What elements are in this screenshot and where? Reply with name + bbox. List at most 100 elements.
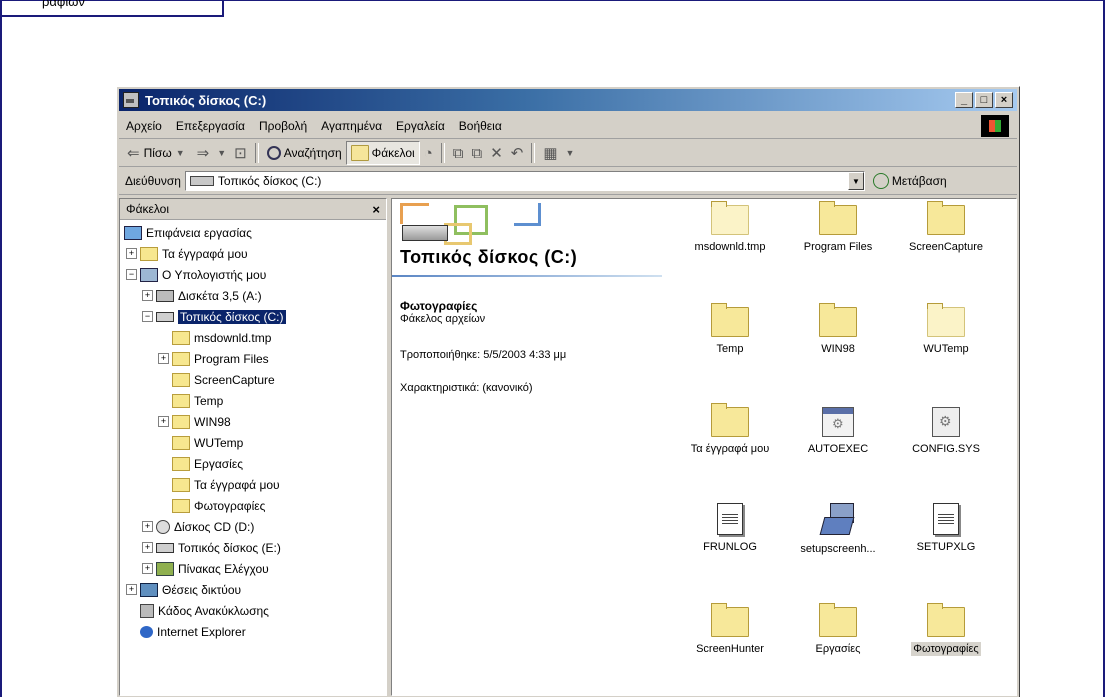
tree-item-network-places[interactable]: + Θέσεις δικτύου [120, 579, 386, 600]
drive-banner-art [394, 201, 544, 247]
title-bar[interactable]: Τοπικός δίσκος (C:) _ □ × [119, 89, 1017, 111]
tree-item-control-panel[interactable]: + Πίνακας Ελέγχου [120, 558, 386, 579]
file-item-label: setupscreenh... [800, 543, 876, 555]
expand-icon[interactable]: + [142, 542, 153, 553]
tree-item-ergasies[interactable]: Εργασίες [120, 453, 386, 474]
network-icon [140, 582, 158, 597]
file-item-label: msdownld.tmp [694, 241, 766, 253]
tree-item-msdownld[interactable]: msdownld.tmp [120, 327, 386, 348]
views-dropdown-icon[interactable]: ▼ [566, 148, 575, 158]
search-label: Αναζήτηση [283, 146, 342, 160]
file-item[interactable]: CONFIG.SYS [892, 407, 1000, 455]
menu-tools[interactable]: Εργαλεία [389, 119, 452, 133]
forward-dropdown-icon[interactable]: ▼ [217, 148, 226, 158]
file-item[interactable]: WIN98 [784, 303, 892, 355]
tree-item-fotografies[interactable]: Φωτογραφίες [120, 495, 386, 516]
file-item[interactable]: FRUNLOG [676, 503, 784, 553]
file-item[interactable]: msdownld.tmp [676, 201, 784, 253]
tree-item-floppy[interactable]: + Δισκέτα 3,5 (A:) [120, 285, 386, 306]
tree-item-ta-eggrafa[interactable]: Τα έγγραφά μου [120, 474, 386, 495]
tree-item-label: Internet Explorer [157, 624, 246, 639]
undo-icon[interactable]: ↶ [511, 144, 524, 162]
file-item[interactable]: ScreenHunter [676, 603, 784, 655]
menu-file[interactable]: Αρχείο [119, 119, 169, 133]
file-item-label: AUTOEXEC [807, 443, 869, 455]
move-to-icon[interactable]: ⧉ [453, 145, 464, 162]
tree-item-wutemp[interactable]: WUTemp [120, 432, 386, 453]
expand-icon[interactable]: + [126, 248, 137, 259]
tree-item-win98[interactable]: + WIN98 [120, 411, 386, 432]
tree-item-desktop[interactable]: Επιφάνεια εργασίας [120, 222, 386, 243]
file-item[interactable]: Program Files [784, 201, 892, 253]
collapse-icon[interactable]: − [142, 311, 153, 322]
forward-arrow-icon[interactable]: ⇒ [197, 144, 210, 162]
close-button[interactable]: × [995, 92, 1013, 108]
menu-favorites[interactable]: Αγαπημένα [314, 119, 389, 133]
folder-icon [172, 456, 190, 471]
tree-item-local-disk-e[interactable]: + Τοπικός δίσκος (E:) [120, 537, 386, 558]
file-item[interactable]: Εργασίες [784, 603, 892, 655]
folder-icon [172, 498, 190, 513]
expand-icon[interactable]: + [142, 290, 153, 301]
search-button[interactable]: Αναζήτηση [263, 142, 346, 164]
folders-pane: Φάκελοι × Επιφάνεια εργασίας + Τα έγγραφ… [119, 198, 387, 696]
back-dropdown-icon[interactable]: ▼ [176, 148, 185, 158]
folder-icon [172, 393, 190, 408]
up-folder-icon[interactable]: ⊡ [234, 144, 247, 162]
collapse-icon[interactable]: − [126, 269, 137, 280]
toolbar-separator [254, 143, 259, 163]
maximize-button[interactable]: □ [975, 92, 993, 108]
file-item-selected[interactable]: Φωτογραφίες [892, 603, 1000, 656]
tree-item-label: Τοπικός δίσκος (E:) [178, 540, 281, 555]
tree-item-label-selected: Τοπικός δίσκος (C:) [178, 309, 286, 324]
expand-icon[interactable]: + [126, 584, 137, 595]
file-item-label: Τα έγγραφά μου [690, 443, 770, 455]
folders-label: Φάκελοι [371, 146, 415, 160]
my-documents-icon [140, 246, 158, 261]
tree-item-local-disk-c[interactable]: − Τοπικός δίσκος (C:) [120, 306, 386, 327]
file-item-label: Temp [716, 343, 744, 355]
tree-item-cd-drive[interactable]: + Δίσκος CD (D:) [120, 516, 386, 537]
address-dropdown-icon[interactable]: ▼ [847, 172, 864, 190]
file-item[interactable]: Τα έγγραφά μου [676, 403, 784, 455]
delete-icon[interactable]: ✕ [490, 144, 503, 162]
tree-item-internet-explorer[interactable]: Internet Explorer [120, 621, 386, 642]
file-item[interactable]: ScreenCapture [892, 201, 1000, 253]
tree-item-label: Επιφάνεια εργασίας [146, 225, 252, 240]
menu-view[interactable]: Προβολή [252, 119, 314, 133]
tree-item-screencapture[interactable]: ScreenCapture [120, 369, 386, 390]
tree-item-label: Δισκέτα 3,5 (A:) [178, 288, 262, 303]
folder-icon [927, 201, 965, 235]
floppy-drive-icon [156, 289, 174, 302]
folders-icon [350, 145, 369, 161]
window-title: Τοπικός δίσκος (C:) [145, 92, 267, 108]
tree-item-program-files[interactable]: + Program Files [120, 348, 386, 369]
expand-icon[interactable]: + [142, 563, 153, 574]
tree-item-my-documents[interactable]: + Τα έγγραφά μου [120, 243, 386, 264]
menu-edit[interactable]: Επεξεργασία [169, 119, 252, 133]
file-item-label: SETUPXLG [916, 541, 976, 553]
file-item[interactable]: WUTemp [892, 303, 1000, 355]
file-item[interactable]: Temp [676, 303, 784, 355]
computer-icon [140, 267, 158, 282]
minimize-button[interactable]: _ [955, 92, 973, 108]
folders-pane-close-button[interactable]: × [372, 202, 380, 217]
tree-item-label: msdownld.tmp [194, 330, 272, 345]
tree-item-recycle-bin[interactable]: Κάδος Ανακύκλωσης [120, 600, 386, 621]
menu-help[interactable]: Βοήθεια [452, 119, 509, 133]
copy-to-icon[interactable]: ⧉ [471, 145, 482, 162]
tree-item-my-computer[interactable]: − Ο Υπολογιστής μου [120, 264, 386, 285]
go-button[interactable]: Μετάβαση [872, 173, 947, 189]
file-item[interactable]: AUTOEXEC [784, 407, 892, 455]
expand-icon[interactable]: + [158, 353, 169, 364]
folders-button[interactable]: Φάκελοι [345, 141, 420, 165]
file-item[interactable]: SETUPXLG [892, 503, 1000, 553]
address-input[interactable]: Τοπικός δίσκος (C:) ▼ [184, 171, 865, 191]
file-item[interactable]: setupscreenh... [784, 503, 892, 555]
history-icon[interactable]: ◔ [424, 145, 433, 162]
tree-item-temp[interactable]: Temp [120, 390, 386, 411]
back-button[interactable]: ⇐ Πίσω ▼ [119, 142, 193, 164]
expand-icon[interactable]: + [142, 521, 153, 532]
expand-icon[interactable]: + [158, 416, 169, 427]
views-icon[interactable]: ▦ [543, 144, 557, 162]
